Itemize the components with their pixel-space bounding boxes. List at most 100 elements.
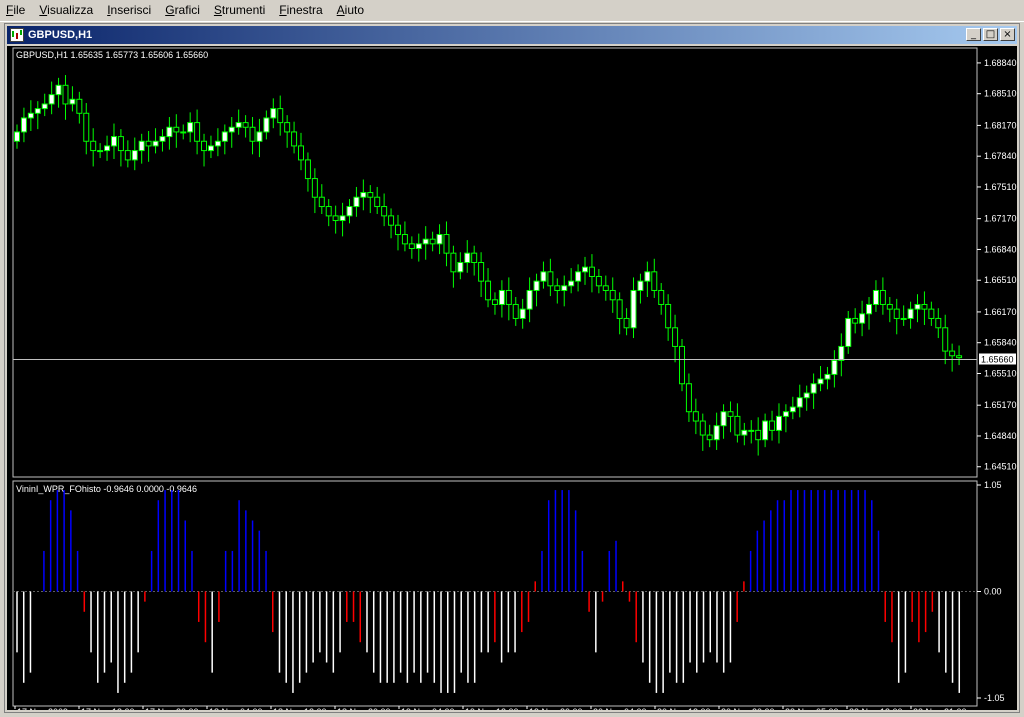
- candle-body: [55, 84, 62, 96]
- candle-body: [769, 420, 776, 431]
- candle-body: [256, 131, 263, 142]
- price-tick-label: 1.66840: [984, 244, 1017, 254]
- candle-body: [443, 234, 450, 254]
- time-tick-label: 19 Nov 04:00: [401, 707, 455, 710]
- candle-body: [547, 271, 554, 287]
- candle-body: [249, 126, 256, 142]
- candle-body: [838, 345, 845, 361]
- price-tick-label: 1.67840: [984, 151, 1017, 161]
- candle-body: [76, 98, 83, 114]
- candle-body: [298, 145, 305, 161]
- candle-body: [27, 112, 34, 119]
- candle-body: [90, 140, 97, 152]
- candle-body: [602, 285, 609, 291]
- menu-bar: File Visualizza Inserisci Grafici Strumenti F…: [0, 0, 1024, 22]
- chart-window: GBPUSD,H1 _ □ × 1.68840 1.68510 1.68170 1.6…: [4, 23, 1020, 717]
- candle-body: [644, 271, 651, 282]
- candle-body: [145, 140, 152, 147]
- menu-visualizza[interactable]: Visualizza: [33, 0, 101, 21]
- candle-body: [498, 289, 505, 305]
- time-tick-label: 18 Nov 04:00: [209, 707, 263, 710]
- candle-body: [138, 140, 145, 152]
- time-tick-label: 23 Nov 13:00: [849, 707, 903, 710]
- candle-body: [595, 275, 602, 287]
- candle-body: [166, 126, 173, 138]
- candle-body: [609, 289, 616, 301]
- candle-body: [616, 299, 623, 319]
- candle-body: [859, 313, 866, 324]
- candle-body: [228, 126, 235, 133]
- candle-body: [83, 112, 90, 142]
- price-panel-header: GBPUSD,H1 1.65635 1.65773 1.65606 1.6566…: [16, 50, 208, 60]
- maximize-button[interactable]: □: [983, 28, 998, 41]
- candle-body: [263, 117, 270, 133]
- candle-body: [582, 266, 589, 273]
- candle-body: [159, 136, 166, 142]
- candle-body: [353, 196, 360, 208]
- candle-body: [720, 411, 727, 427]
- candle-body: [935, 317, 942, 329]
- menu-aiuto[interactable]: Aiuto: [331, 0, 372, 21]
- candle-body: [872, 289, 879, 305]
- candle-body: [512, 303, 519, 319]
- candle-body: [734, 415, 741, 436]
- candle-body: [408, 243, 415, 250]
- candle-body: [131, 150, 138, 161]
- menu-file[interactable]: File: [0, 0, 33, 21]
- candle-body: [789, 406, 796, 413]
- menu-strumenti[interactable]: Strumenti: [208, 0, 273, 21]
- indicator-panel-header: VininI_WPR_FOhisto -0.9646 0.0000 -0.964…: [16, 484, 197, 494]
- candle-body: [678, 345, 685, 385]
- candle-body: [201, 140, 208, 152]
- time-tick-label: 19 Nov 12:00: [465, 707, 519, 710]
- menu-grafici[interactable]: Grafici: [159, 0, 208, 21]
- price-tick-label: 1.68510: [984, 89, 1017, 99]
- price-tick-label: 1.66170: [984, 307, 1017, 317]
- candle-body: [332, 215, 339, 222]
- candle-body: [762, 420, 769, 441]
- close-button[interactable]: ×: [1000, 28, 1015, 41]
- price-panel-frame: [12, 47, 978, 478]
- candle-body: [367, 192, 374, 198]
- candle-body: [852, 317, 859, 324]
- time-tick-label: 20 Nov 04:00: [593, 707, 647, 710]
- window-titlebar[interactable]: GBPUSD,H1 _ □ ×: [7, 26, 1017, 44]
- candle-body: [907, 308, 914, 319]
- chart-area[interactable]: 1.68840 1.68510 1.68170 1.67840 1.67510 1.671…: [7, 46, 1017, 717]
- candle-body: [152, 140, 159, 147]
- candle-body: [588, 266, 595, 277]
- candle-body: [637, 280, 644, 291]
- time-tick-label: 17 Nov 12:00: [81, 707, 135, 710]
- candle-body: [900, 317, 907, 320]
- candle-body: [623, 317, 630, 329]
- candle-body: [173, 126, 180, 133]
- candle-body: [194, 122, 201, 142]
- candle-body: [775, 415, 782, 431]
- candle-body: [706, 434, 713, 441]
- candle-body: [893, 308, 900, 319]
- menu-inserisci[interactable]: Inserisci: [101, 0, 159, 21]
- chart-svg[interactable]: 1.68840 1.68510 1.68170 1.67840 1.67510 1.671…: [7, 46, 1017, 717]
- candle-body: [180, 131, 187, 134]
- candle-body: [672, 327, 679, 347]
- candle-body: [450, 252, 457, 273]
- minimize-button[interactable]: _: [966, 28, 981, 41]
- candle-body: [20, 117, 27, 133]
- candle-body: [561, 285, 568, 291]
- candle-body: [270, 108, 277, 119]
- candle-body: [346, 206, 353, 217]
- time-tick-label: 17 Nov 20:00: [145, 707, 199, 710]
- candle-body: [810, 383, 817, 394]
- candle-body: [284, 122, 291, 133]
- price-tick-label: 1.65510: [984, 368, 1017, 378]
- time-tick-label: 23 Nov 21:00: [913, 707, 967, 710]
- candle-body: [381, 206, 388, 217]
- candle-body: [48, 94, 55, 105]
- candle-body: [845, 317, 852, 347]
- menu-finestra[interactable]: Finestra: [273, 0, 330, 21]
- candle-body: [415, 243, 422, 250]
- candle-body: [360, 192, 367, 198]
- candle-body: [540, 271, 547, 282]
- candle-body: [921, 303, 928, 310]
- candle-body: [505, 289, 512, 305]
